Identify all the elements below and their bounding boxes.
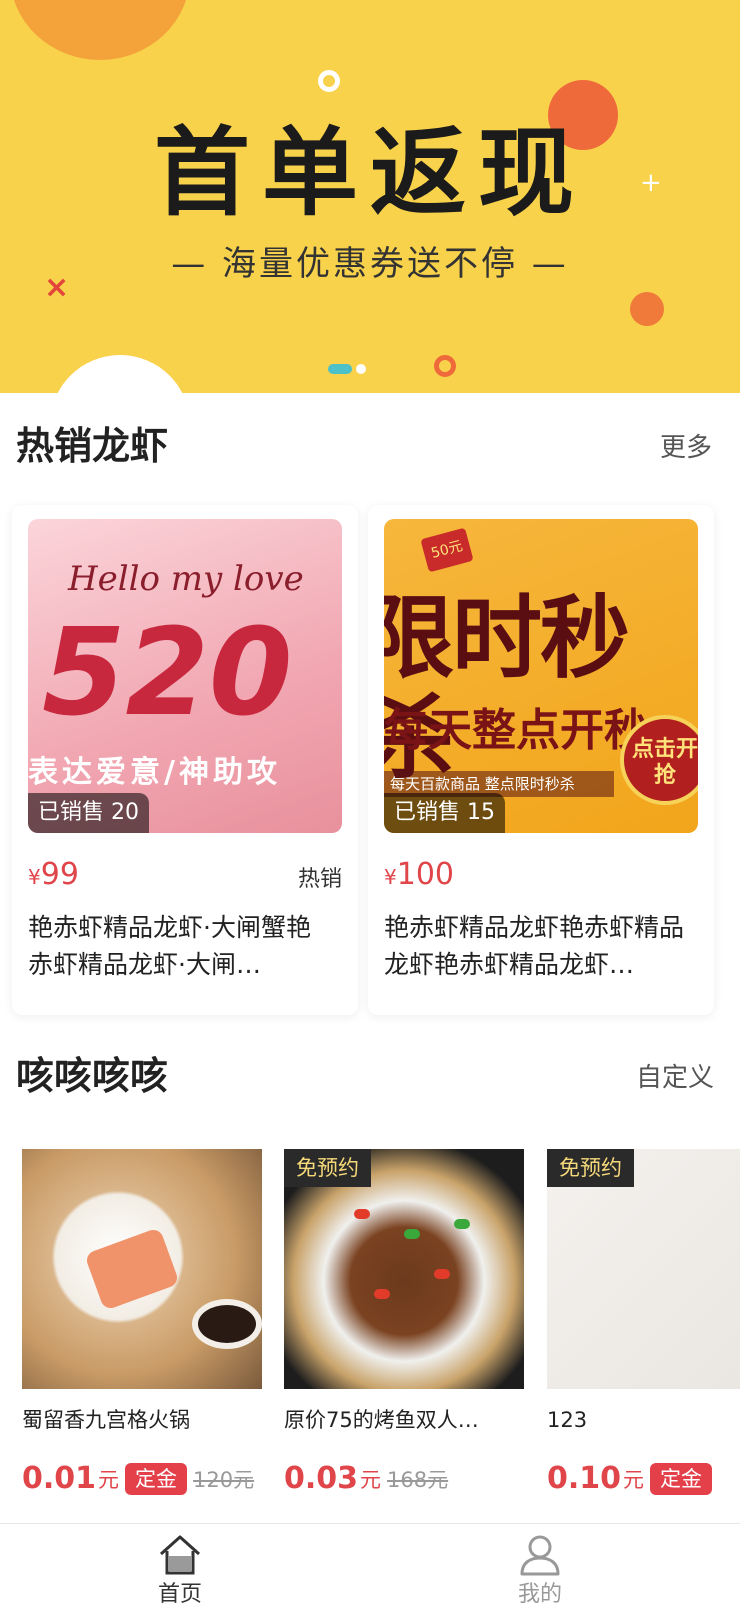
deal-section: 咳咳咳咳 自定义 蜀留香九宫格火锅 0.01元 定金 120元 免预约 原价75的烤…	[0, 1033, 740, 1523]
custom-link[interactable]: 自定义	[636, 1061, 714, 1095]
deal-card[interactable]: 蜀留香九宫格火锅 0.01元 定金 120元	[22, 1149, 262, 1523]
deal-image	[22, 1149, 262, 1389]
currency-symbol: ¥	[28, 865, 41, 889]
pepper	[404, 1229, 420, 1239]
product-image: 50元 限时秒杀 每天整点开秒 每天百款商品 整点限时秒杀 点击开抢 已销售 1…	[384, 519, 698, 833]
salmon	[84, 1227, 180, 1311]
banner-decor-circle	[50, 355, 190, 393]
image-mid-text: 每天整点开秒	[384, 705, 648, 756]
price-unit: 元	[623, 1468, 645, 1492]
currency-symbol: ¥	[384, 865, 397, 889]
banner-decor-ring	[318, 70, 340, 92]
original-price: 168元	[387, 1468, 449, 1492]
image-coupon-badge: 50元	[420, 527, 474, 573]
pagination-dot-active[interactable]	[328, 364, 352, 374]
price-value: 99	[40, 857, 79, 892]
promo-banner[interactable]: + × 首单返现 — 海量优惠券送不停 —	[0, 0, 740, 393]
banner-pagination[interactable]	[328, 364, 366, 374]
hot-tag: 热销	[297, 867, 342, 892]
image-grab-button: 点击开抢	[620, 715, 698, 805]
sauce	[192, 1299, 262, 1349]
deal-card[interactable]: 免预约 123 0.10元 定金	[547, 1149, 740, 1523]
tab-mine-label: 我的	[517, 1582, 562, 1607]
home-icon	[159, 1535, 201, 1575]
pepper	[374, 1289, 390, 1299]
pepper	[454, 1219, 470, 1229]
price: ¥99	[28, 855, 79, 897]
product-image: Hello my love 520 表达爱意/神助攻 已销售 20	[28, 519, 342, 833]
sold-count-badge: 已销售 15	[384, 793, 505, 833]
deposit-badge: 定金	[650, 1463, 713, 1495]
price-value: 100	[396, 857, 454, 892]
price: ¥100	[384, 855, 454, 897]
tab-mine[interactable]: 我的	[480, 1532, 600, 1610]
product-card[interactable]: 50元 限时秒杀 每天整点开秒 每天百款商品 整点限时秒杀 点击开抢 已销售 1…	[368, 505, 714, 1015]
deal-card[interactable]: 免预约 原价75的烤鱼双人… 0.03元 168元	[284, 1149, 524, 1523]
pepper	[434, 1269, 450, 1279]
banner-headline: 首单返现	[154, 117, 586, 229]
image-big-text: 520	[42, 604, 293, 743]
section-title: 热销龙虾	[16, 424, 169, 468]
deal-price-row: 0.03元 168元	[284, 1459, 544, 1499]
deposit-badge: 定金	[125, 1463, 188, 1495]
pagination-dot[interactable]	[356, 364, 366, 374]
price-row: ¥100	[384, 855, 698, 895]
deal-image: 免预约	[547, 1149, 740, 1389]
bottom-tab-bar: 首页 我的	[0, 1523, 740, 1612]
image-script-text: Hello my love	[68, 559, 304, 599]
section-title: 咳咳咳咳	[16, 1054, 169, 1098]
tab-home[interactable]: 首页	[120, 1532, 240, 1610]
price-unit: 元	[98, 1468, 120, 1492]
deal-image: 免预约	[284, 1149, 524, 1389]
user-icon	[520, 1535, 560, 1576]
original-price: 120元	[193, 1468, 255, 1492]
price-unit: 元	[360, 1468, 382, 1492]
product-card[interactable]: Hello my love 520 表达爱意/神助攻 已销售 20 ¥99 热销…	[12, 505, 358, 1015]
hot-lobster-section: 热销龙虾 更多 Hello my love 520 表达爱意/神助攻 已销售 2…	[0, 393, 740, 1033]
price-row: ¥99 热销	[28, 855, 342, 895]
sold-count-badge: 已销售 20	[28, 793, 149, 833]
deal-price: 0.03	[284, 1461, 359, 1496]
deal-name: 蜀留香九宫格火锅	[22, 1408, 190, 1432]
product-name: 艳赤虾精品龙虾艳赤虾精品龙虾艳赤虾精品龙虾…	[384, 913, 684, 979]
deal-name: 123	[547, 1408, 588, 1432]
banner-decor-circle	[10, 0, 190, 60]
pepper	[354, 1209, 370, 1219]
no-appointment-badge: 免预约	[284, 1149, 371, 1187]
tab-home-label: 首页	[157, 1582, 202, 1607]
banner-decor-ring	[434, 355, 456, 377]
banner-decor-circle	[630, 292, 664, 326]
deal-price: 0.01	[22, 1461, 97, 1496]
deal-name: 原价75的烤鱼双人…	[284, 1408, 479, 1432]
deal-price-row: 0.10元 定金	[547, 1459, 740, 1499]
banner-subline: — 海量优惠券送不停 —	[171, 244, 569, 284]
more-link[interactable]: 更多	[660, 431, 712, 465]
deal-price-row: 0.01元 定金 120元	[22, 1459, 282, 1499]
no-appointment-badge: 免预约	[547, 1149, 634, 1187]
image-phrase-text: 表达爱意/神助攻	[28, 755, 281, 790]
product-name: 艳赤虾精品龙虾·大闸蟹艳赤虾精品龙虾·大闸…	[28, 913, 311, 979]
deal-price: 0.10	[547, 1461, 622, 1496]
